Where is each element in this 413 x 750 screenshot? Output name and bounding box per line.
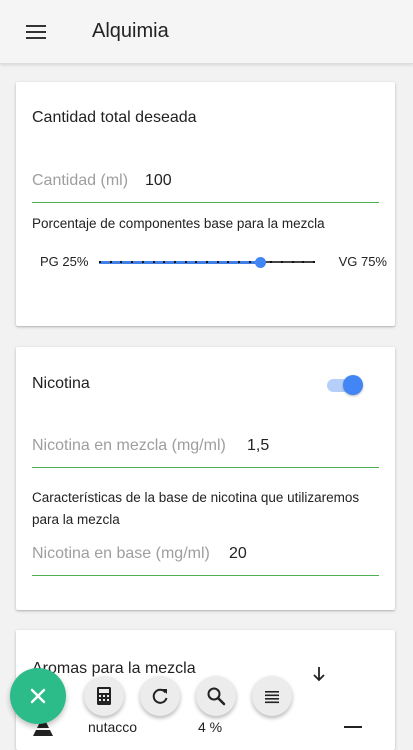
refresh-icon: [152, 688, 168, 704]
aroma-name: nutacco: [88, 719, 138, 735]
app-title: Alquimia: [92, 20, 169, 42]
calculator-button[interactable]: [84, 676, 124, 716]
quantity-value[interactable]: 100: [145, 172, 172, 190]
search-icon: [207, 687, 226, 706]
slider-tick: [110, 261, 112, 263]
card-title: Nicotina: [32, 375, 90, 392]
slider-tick: [142, 261, 144, 263]
mix-help-text: Porcentaje de componentes base para la m…: [32, 216, 325, 231]
slider-tick: [270, 261, 272, 263]
pg-label: PG 25%: [40, 254, 89, 269]
total-quantity-card: Cantidad total deseada Cantidad (ml) 100…: [16, 82, 395, 326]
slider-tick: [302, 261, 304, 263]
nicotine-mix-label: Nicotina en mezcla (mg/ml): [32, 437, 226, 454]
nicotine-base-help: Características de la base de nicotina q…: [32, 490, 360, 527]
slider-tick: [174, 261, 176, 263]
close-fab[interactable]: [10, 668, 66, 724]
nicotine-base-label: Nicotina en base (mg/ml): [32, 545, 210, 562]
slider-thumb[interactable]: [255, 257, 266, 268]
nicotine-base-value[interactable]: 20: [229, 545, 247, 563]
quantity-label: Cantidad (ml): [32, 172, 129, 189]
slider-tick: [249, 261, 251, 263]
slider-tick: [206, 261, 208, 263]
close-icon: [30, 688, 46, 704]
list-button[interactable]: [252, 676, 292, 716]
slider-tick: [99, 261, 101, 263]
nicotine-card: Nicotina Nicotina en mezcla (mg/ml) 1,5 …: [16, 347, 395, 610]
slider-tick: [185, 261, 187, 263]
slider-tick: [195, 261, 197, 263]
menu-icon[interactable]: [26, 24, 46, 40]
toggle-knob: [343, 375, 363, 395]
slider-tick: [227, 261, 229, 263]
list-icon: [265, 691, 279, 704]
search-button[interactable]: [196, 676, 236, 716]
aroma-percent: 4 %: [198, 719, 223, 735]
nicotine-toggle[interactable]: [327, 375, 363, 395]
slider-tick: [131, 261, 133, 263]
slider-tick: [238, 261, 240, 263]
slider-tick: [292, 261, 294, 263]
slider-tick: [313, 261, 315, 263]
vg-label: VG 75%: [338, 254, 387, 269]
app-bar: Alquimia: [0, 0, 413, 64]
slider-tick: [120, 261, 122, 263]
arrow-down-icon[interactable]: [312, 666, 326, 682]
slider-tick: [163, 261, 165, 263]
slider-track-fill: [99, 260, 260, 264]
nicotine-mix-field[interactable]: Nicotina en mezcla (mg/ml) 1,5: [32, 431, 379, 468]
slider-tick: [281, 261, 283, 263]
refresh-button[interactable]: [140, 676, 180, 716]
pg-vg-slider[interactable]: PG 25% VG 75%: [32, 252, 387, 272]
slider-tick: [217, 261, 219, 263]
quantity-field[interactable]: Cantidad (ml) 100: [32, 166, 379, 203]
slider-tick: [153, 261, 155, 263]
card-title: Cantidad total deseada: [32, 109, 197, 126]
nicotine-base-field[interactable]: Nicotina en base (mg/ml) 20: [32, 539, 379, 576]
slider-track[interactable]: [99, 257, 315, 268]
nicotine-mix-value[interactable]: 1,5: [247, 437, 269, 455]
remove-icon[interactable]: [344, 726, 362, 728]
calculator-icon: [97, 687, 111, 705]
